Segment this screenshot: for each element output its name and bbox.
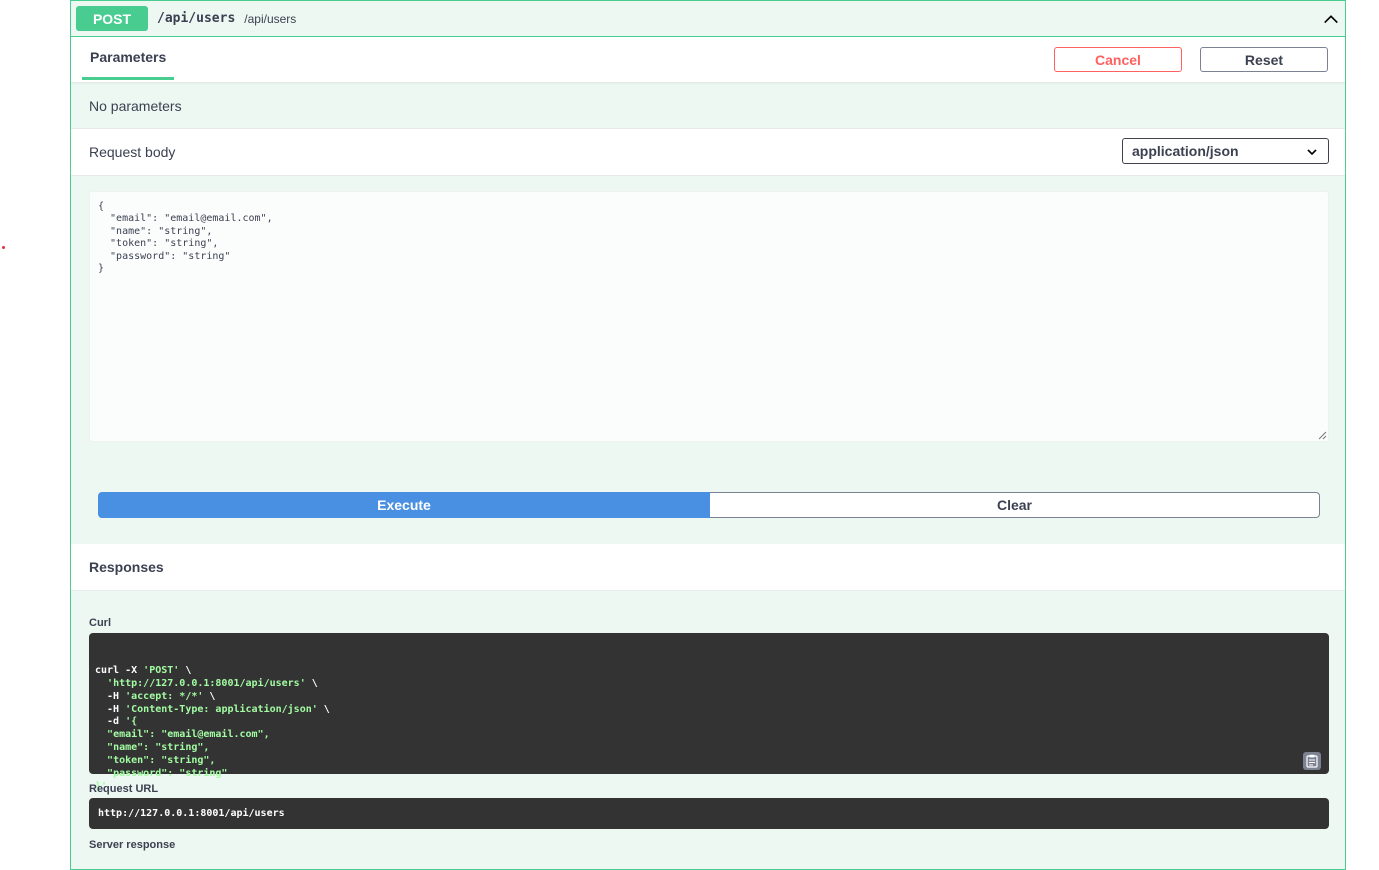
curl-string: "email": "email@email.com", [107, 729, 270, 741]
curl-line: "name": "string", [95, 742, 1323, 755]
curl-string: "token": "string", [107, 755, 216, 767]
curl-string: "name": "string", [107, 742, 210, 754]
curl-line: -H 'Content-Type: application/json' \ [95, 704, 1323, 717]
request-url-value: http://127.0.0.1:8001/api/users [98, 808, 285, 819]
curl-plain: curl -X [95, 664, 144, 676]
curl-plain [95, 729, 107, 740]
content-type-select[interactable]: application/json [1122, 138, 1329, 164]
curl-plain [95, 755, 107, 766]
content-type-value: application/json [1132, 143, 1239, 159]
curl-line: }' [95, 781, 1323, 794]
copy-to-clipboard-button[interactable] [1303, 752, 1321, 770]
curl-tail: \ [203, 690, 216, 702]
curl-plain [95, 742, 107, 753]
curl-label: Curl [89, 617, 111, 629]
curl-plain: -d [95, 716, 126, 728]
chevron-up-icon[interactable] [1322, 10, 1340, 28]
method-badge: POST [76, 6, 148, 31]
curl-string: "password": "string" [107, 768, 228, 780]
curl-string: 'POST' [143, 664, 180, 676]
curl-line: "password": "string" [95, 768, 1323, 781]
chevron-down-icon [1307, 149, 1317, 156]
curl-tail: \ [305, 677, 318, 689]
curl-code-block[interactable]: curl -X 'POST' \ 'http://127.0.0.1:8001/… [89, 633, 1329, 792]
server-response-label: Server response [89, 839, 176, 851]
curl-plain: -H [95, 690, 126, 702]
operation-block-post-users: POST /api/users /api/users Parameters Ca… [70, 0, 1346, 870]
curl-string: 'Content-Type: application/json' [125, 703, 318, 715]
responses-header: Responses [71, 544, 1345, 591]
execute-wrapper: Execute Clear [98, 492, 1320, 518]
curl-line: -H 'accept: */*' \ [95, 691, 1323, 704]
clear-button[interactable]: Clear [710, 492, 1320, 518]
execute-button[interactable]: Execute [98, 492, 710, 518]
operation-description: /api/users [244, 11, 297, 26]
tab-parameters[interactable]: Parameters [82, 37, 175, 80]
clipboard-icon [1306, 754, 1318, 768]
curl-string: 'accept: */*' [125, 690, 204, 702]
reset-button[interactable]: Reset [1200, 47, 1328, 72]
stray-dot [2, 246, 5, 249]
request-body-text: { "email": "email@email.com", "name": "s… [98, 201, 273, 275]
operation-path: /api/users [157, 11, 236, 26]
curl-line: "token": "string", [95, 755, 1323, 768]
curl-line: 'http://127.0.0.1:8001/api/users' \ [95, 678, 1323, 691]
request-url-label: Request URL [89, 783, 159, 795]
curl-tail: \ [317, 703, 330, 715]
parameters-header: Parameters Cancel Reset [71, 37, 1345, 83]
curl-string: 'http://127.0.0.1:8001/api/users' [107, 677, 306, 689]
responses-title: Responses [89, 559, 164, 575]
curl-tail: \ [179, 664, 192, 676]
curl-line: curl -X 'POST' \ [95, 665, 1323, 678]
resize-handle-icon[interactable] [1318, 431, 1327, 440]
curl-line: -d '{ [95, 716, 1323, 729]
no-parameters-text: No parameters [89, 97, 182, 114]
curl-plain: -H [95, 703, 126, 715]
request-url-box: http://127.0.0.1:8001/api/users [89, 798, 1329, 829]
request-body-editor[interactable]: { "email": "email@email.com", "name": "s… [89, 191, 1329, 442]
curl-string: '{ [125, 716, 138, 728]
curl-line: "email": "email@email.com", [95, 729, 1323, 742]
request-body-header: Request body application/json [71, 128, 1345, 176]
request-body-title: Request body [89, 144, 176, 160]
operation-summary[interactable]: POST /api/users /api/users [71, 1, 1345, 37]
curl-plain [95, 768, 107, 779]
cancel-button[interactable]: Cancel [1054, 47, 1182, 72]
curl-lines: curl -X 'POST' \ 'http://127.0.0.1:8001/… [95, 665, 1323, 794]
curl-plain [95, 678, 107, 689]
